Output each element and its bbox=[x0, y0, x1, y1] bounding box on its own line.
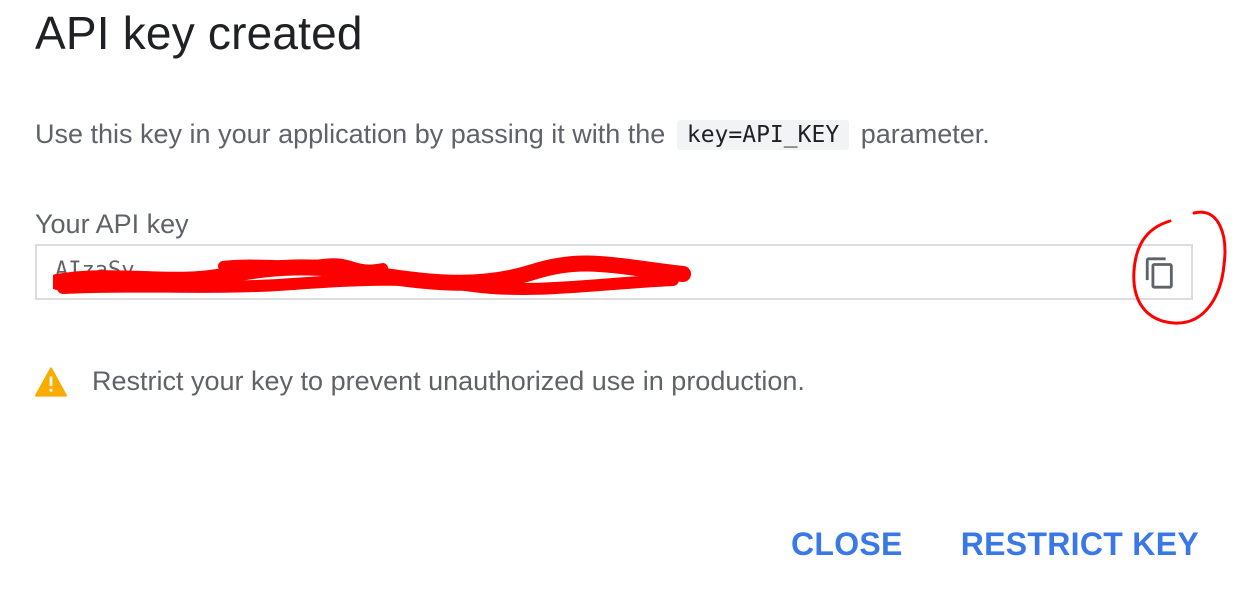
annotation-circle bbox=[1132, 210, 1227, 325]
close-button[interactable]: CLOSE bbox=[791, 526, 903, 563]
api-key-dialog: API key created Use this key in your app… bbox=[0, 0, 1239, 590]
warning-text: Restrict your key to prevent unauthorize… bbox=[92, 366, 805, 396]
restrict-key-button[interactable]: RESTRICT KEY bbox=[961, 526, 1199, 563]
redaction-scribble bbox=[53, 255, 691, 296]
warning-row: Restrict your key to prevent unauthorize… bbox=[34, 366, 805, 397]
inline-code: key=API_KEY bbox=[676, 120, 850, 150]
api-key-field[interactable]: AIzaSy bbox=[35, 244, 1193, 300]
api-key-label: Your API key bbox=[35, 209, 189, 239]
dialog-description: Use this key in your application by pass… bbox=[35, 119, 990, 150]
warning-icon bbox=[34, 366, 68, 397]
dialog-title: API key created bbox=[35, 7, 363, 59]
description-text-after: parameter. bbox=[860, 119, 990, 149]
dialog-actions: CLOSE RESTRICT KEY bbox=[791, 526, 1199, 563]
description-text-before: Use this key in your application by pass… bbox=[35, 119, 666, 149]
